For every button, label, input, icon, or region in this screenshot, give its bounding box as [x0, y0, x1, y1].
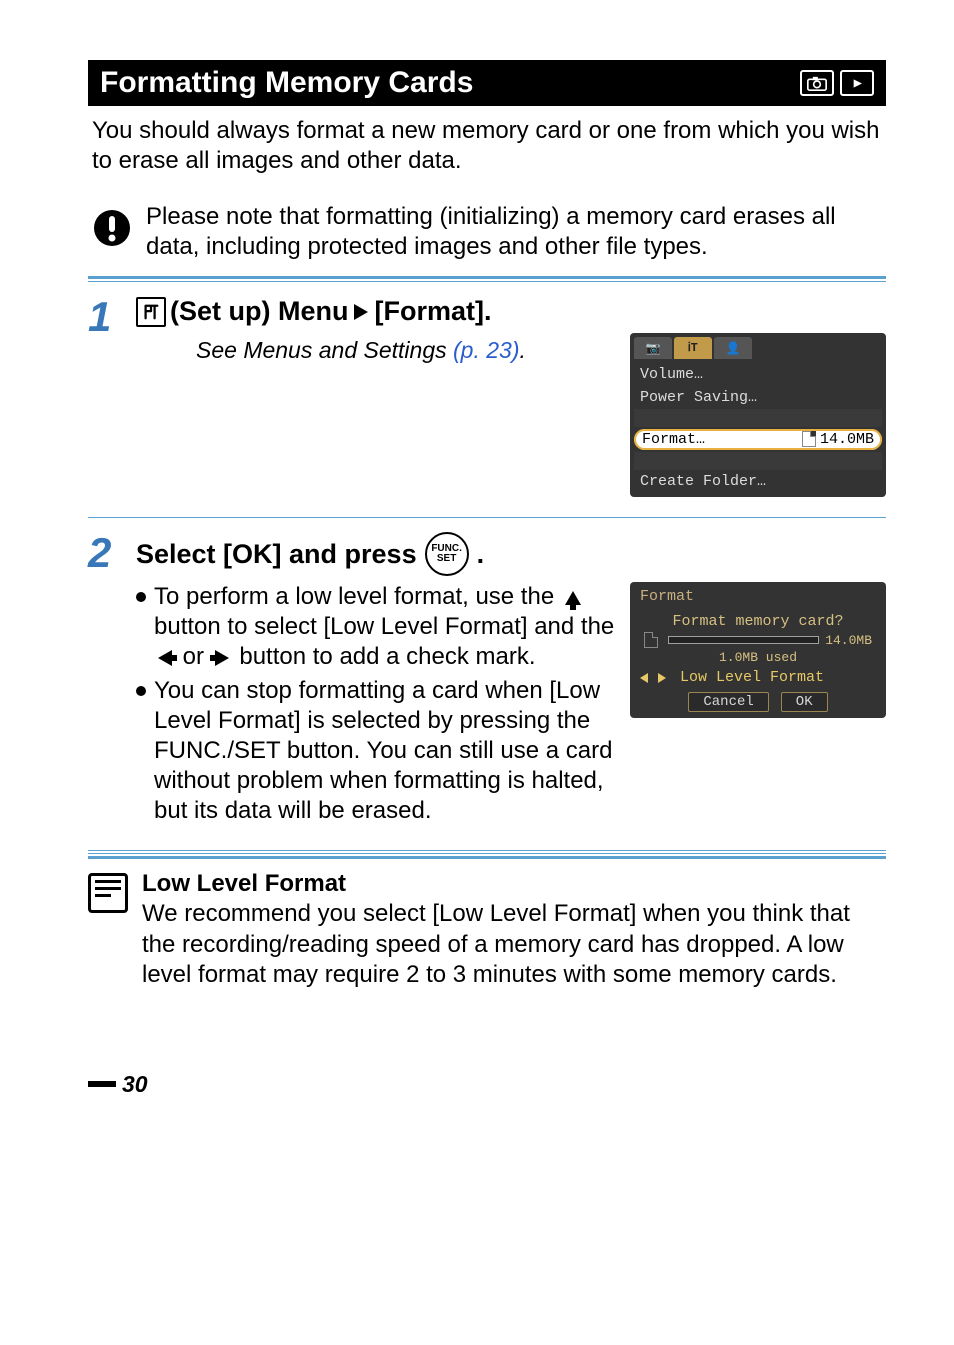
- section-title-text: Formatting Memory Cards: [100, 66, 473, 100]
- step-1: 1 (Set up) Menu [Format]. See Menus and …: [88, 282, 886, 518]
- step-2: 2 Select [OK] and press FUNC. SET . To p…: [88, 518, 886, 851]
- note-heading: Low Level Format: [142, 870, 346, 897]
- warning-text: Please note that formatting (initializin…: [146, 202, 882, 262]
- warning-callout: Please note that formatting (initializin…: [88, 194, 886, 279]
- camera-setup-menu-screenshot: 📷 ᎥT 👤 Volume… Power Saving… Format… 14.…: [630, 333, 886, 497]
- intro-paragraph: You should always format a new memory ca…: [92, 116, 882, 176]
- bullet-icon: [136, 686, 146, 696]
- step1-heading-a: (Set up) Menu: [170, 296, 348, 327]
- menu-item-powersaving: Power Saving…: [634, 386, 882, 409]
- card-icon: [644, 632, 658, 648]
- menu-item-volume: Volume…: [634, 363, 882, 386]
- menu-item-dim-bot: [634, 452, 882, 470]
- dialog-title: Format: [634, 586, 882, 611]
- menu-tab-setup: ᎥT: [674, 337, 712, 359]
- capacity-bar: [668, 636, 819, 644]
- card-icon: [802, 431, 816, 447]
- section-title: Formatting Memory Cards: [88, 60, 886, 106]
- func-set-button-icon: FUNC. SET: [425, 532, 469, 576]
- caution-icon: [92, 208, 132, 248]
- menu-format-value: 14.0MB: [820, 431, 874, 448]
- step1-heading: (Set up) Menu [Format].: [136, 296, 886, 327]
- step2-heading-b: .: [477, 539, 485, 570]
- dialog-ok: OK: [781, 692, 828, 712]
- left-tri-icon: [640, 673, 648, 683]
- menu-format-label: Format…: [642, 431, 705, 448]
- step2-heading-a: Select [OK] and press: [136, 539, 417, 570]
- bullet-2: You can stop formatting a card when [Low…: [136, 676, 616, 826]
- step1-heading-b: [Format].: [374, 296, 491, 327]
- dialog-lowlevel-label: Low Level Format: [680, 669, 824, 686]
- page-number-bar-icon: [88, 1081, 116, 1087]
- note-body: We recommend you select [Low Level Forma…: [142, 900, 850, 988]
- step-number: 2: [88, 532, 136, 830]
- arrow-right-icon: [354, 304, 368, 320]
- up-arrow-icon: [565, 591, 581, 605]
- mode-icons: [800, 70, 874, 96]
- page-ref-link[interactable]: (p. 23): [453, 337, 519, 363]
- menu-item-createfolder: Create Folder…: [634, 470, 882, 493]
- step2-heading: Select [OK] and press FUNC. SET .: [136, 532, 886, 576]
- bullet-1: To perform a low level format, use the b…: [136, 582, 616, 672]
- play-mode-icon: [840, 70, 874, 96]
- tools-menu-icon: [136, 297, 166, 327]
- menu-item-format-highlight: Format… 14.0MB: [634, 429, 882, 450]
- dialog-question: Format memory card?: [634, 611, 882, 632]
- menu-item-dim-top: [634, 409, 882, 427]
- camera-mode-icon: [800, 70, 834, 96]
- step-number: 1: [88, 296, 136, 497]
- dialog-used: 1.0MB used: [634, 648, 882, 667]
- cross-reference: See Menus and Settings (p. 23).: [196, 337, 616, 364]
- dialog-total: 14.0MB: [825, 633, 872, 648]
- dialog-lowlevel-row: Low Level Format: [634, 667, 882, 688]
- menu-tab-mycam: 👤: [714, 337, 752, 359]
- camera-format-dialog-screenshot: Format Format memory card? 14.0MB 1.0MB …: [630, 582, 886, 718]
- page-number: 30: [88, 1071, 886, 1098]
- bullet-icon: [136, 592, 146, 602]
- note-callout: Low Level Format We recommend you select…: [88, 856, 886, 991]
- right-arrow-icon: [215, 650, 229, 666]
- note-icon: [88, 873, 128, 913]
- right-tri-icon: [658, 673, 666, 683]
- dialog-cancel: Cancel: [688, 692, 768, 712]
- left-arrow-icon: [158, 650, 172, 666]
- menu-tab-rec: 📷: [634, 337, 672, 359]
